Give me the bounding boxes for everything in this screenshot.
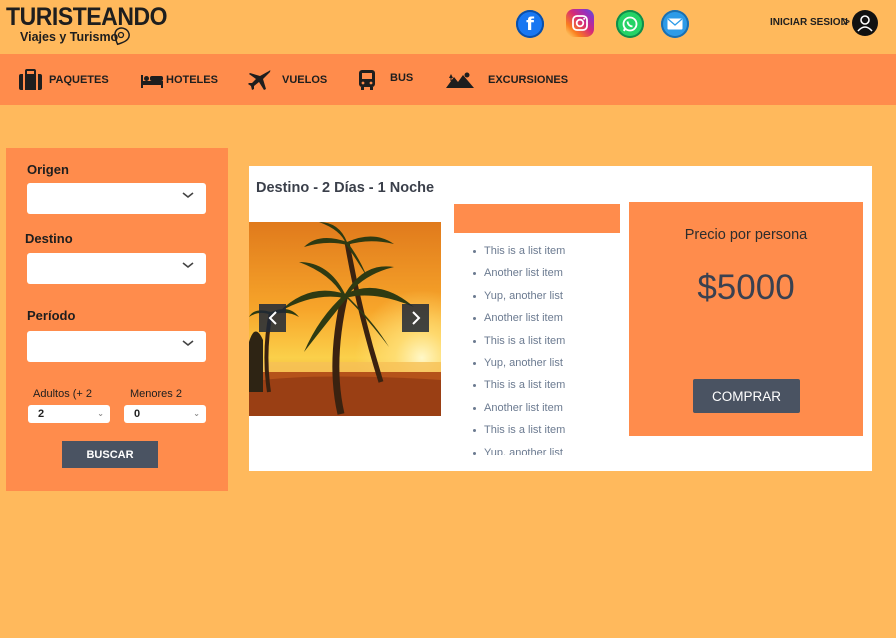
feature-list: This is a list item Another list item Yu… xyxy=(464,240,614,455)
nav-item-vuelos[interactable]: VUELOS xyxy=(248,54,327,105)
logo[interactable]: TURISTEANDO Viajes y Turismo xyxy=(6,3,181,46)
chevron-down-icon xyxy=(182,340,194,347)
list-item: Another list item xyxy=(464,307,614,329)
nav-label: EXCURSIONES xyxy=(488,73,569,86)
logo-tagline: Viajes y Turismo xyxy=(20,30,119,44)
list-item: Yup, another list xyxy=(464,442,614,455)
login-link[interactable]: INICIAR SESION xyxy=(770,17,848,28)
adultos-label: Adultos (+ 2 xyxy=(33,388,93,400)
nav-item-excursiones[interactable]: EXCURSIONES xyxy=(446,54,568,105)
menores-label: Menores 2 xyxy=(130,388,182,400)
instagram-icon[interactable] xyxy=(566,9,594,37)
list-item: Yup, another list xyxy=(464,352,614,374)
destino-label: Destino xyxy=(25,231,73,246)
nav-item-hoteles[interactable]: HOTELES xyxy=(140,54,218,105)
user-icon[interactable] xyxy=(852,10,878,36)
image-carousel[interactable] xyxy=(249,222,441,416)
nav-label: BUS xyxy=(390,71,414,84)
list-item: This is a list item xyxy=(464,419,614,441)
buscar-button[interactable]: BUSCAR xyxy=(62,441,158,468)
periodo-label: Período xyxy=(27,308,76,323)
nav-item-paquetes[interactable]: PAQUETES xyxy=(18,54,109,105)
site-header: TURISTEANDO Viajes y Turismo f INICIAR S… xyxy=(0,0,896,54)
suitcase-icon xyxy=(19,68,42,90)
list-item: This is a list item xyxy=(464,374,614,396)
origen-label: Origen xyxy=(27,162,69,177)
periodo-select[interactable] xyxy=(27,331,206,362)
carousel-prev-button[interactable] xyxy=(259,304,286,332)
adultos-value: 2 xyxy=(38,408,45,420)
chevron-down-icon: ⌄ xyxy=(193,409,200,418)
menores-select[interactable]: 0 ⌄ xyxy=(124,405,206,423)
chevron-left-icon xyxy=(268,311,277,325)
mountain-icon xyxy=(446,72,474,88)
price-label: Precio por persona xyxy=(684,227,808,243)
chevron-down-icon xyxy=(182,262,194,269)
mail-icon[interactable] xyxy=(661,10,689,38)
bus-icon xyxy=(359,69,375,90)
list-header xyxy=(454,204,620,233)
nav-label: HOTELES xyxy=(166,73,218,86)
chevron-down-icon xyxy=(182,192,194,199)
nav-label: VUELOS xyxy=(282,73,328,86)
bed-icon xyxy=(141,74,163,88)
list-item: Another list item xyxy=(464,262,614,284)
list-item: Another list item xyxy=(464,397,614,419)
facebook-icon[interactable]: f xyxy=(516,10,544,38)
adultos-select[interactable]: 2 ⌄ xyxy=(28,405,110,423)
airplane-icon xyxy=(248,69,271,90)
chevron-down-icon: ⌄ xyxy=(97,409,104,418)
list-item: This is a list item xyxy=(464,330,614,352)
nav-label: PAQUETES xyxy=(49,73,109,86)
carousel-next-button[interactable] xyxy=(402,304,429,332)
search-panel: Origen Destino Período Adultos (+ 2 Meno… xyxy=(6,148,228,491)
price-value: $5000 xyxy=(697,268,795,307)
menores-value: 0 xyxy=(134,408,141,420)
comprar-button[interactable]: COMPRAR xyxy=(693,379,800,413)
list-item: This is a list item xyxy=(464,240,614,262)
nav-item-bus[interactable]: BUS xyxy=(358,54,413,105)
destino-select[interactable] xyxy=(27,253,206,284)
login-arrow[interactable]: > xyxy=(842,13,850,29)
location-pin-icon xyxy=(114,27,130,46)
whatsapp-icon[interactable] xyxy=(616,10,644,38)
package-card: Destino - 2 Días - 1 Noche This is a lis… xyxy=(249,166,872,471)
origen-select[interactable] xyxy=(27,183,206,214)
main-nav: PAQUETES HOTELES VUELOS BUS EXCURSIONES xyxy=(0,54,896,105)
logo-title: TURISTEANDO xyxy=(6,3,168,31)
price-box: Precio por persona $5000 COMPRAR xyxy=(629,202,863,436)
package-title: Destino - 2 Días - 1 Noche xyxy=(256,180,435,196)
list-item: Yup, another list xyxy=(464,285,614,307)
chevron-right-icon xyxy=(411,311,420,325)
